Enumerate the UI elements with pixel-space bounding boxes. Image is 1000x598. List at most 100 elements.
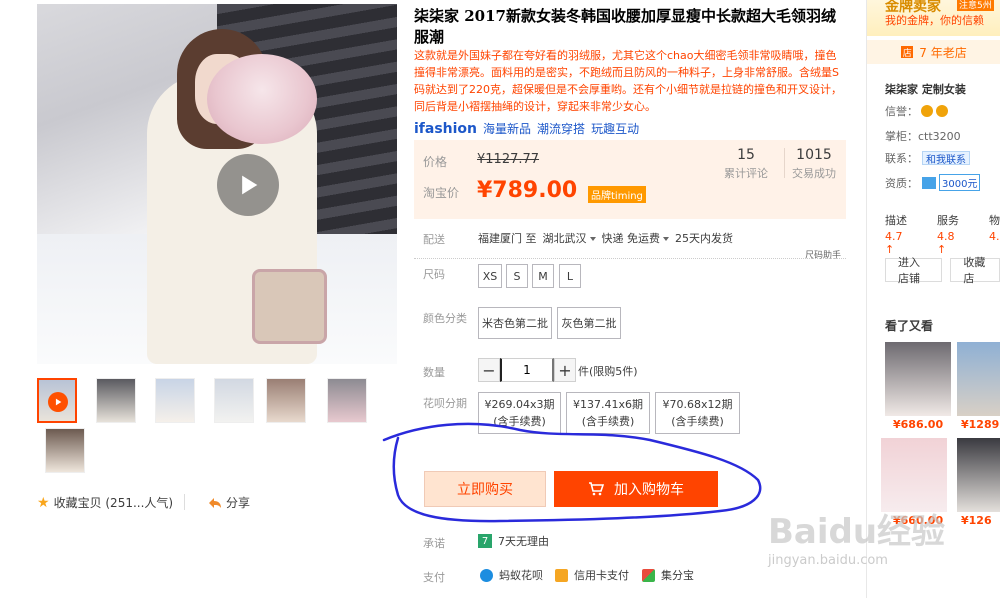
- payment-method-label: 信用卡支付: [574, 569, 629, 582]
- keeper-label: 掌柜：: [885, 130, 918, 143]
- quantity-increase-button[interactable]: +: [554, 358, 576, 382]
- quantity-label: 数量: [423, 366, 445, 379]
- payment-credit-card[interactable]: 信用卡支付: [555, 567, 629, 583]
- star-icon: ★: [37, 494, 50, 511]
- store-contact: 联系： 和我联系: [885, 150, 970, 166]
- thumbnail-4[interactable]: [214, 378, 254, 423]
- installment-option-6[interactable]: ¥137.41x6期 (含手续费): [566, 392, 650, 434]
- ifashion-tag: 海量新品: [483, 122, 532, 136]
- divider: [184, 494, 185, 510]
- thumbnail-7[interactable]: [45, 428, 85, 473]
- ifashion-tag: 潮流穿搭: [537, 122, 586, 136]
- promise-label: 承诺: [423, 537, 445, 550]
- store-banner: 金牌卖家 注意5州 我的金牌，你的信赖: [867, 0, 1000, 36]
- installment-amount: ¥269.04x3期: [484, 398, 555, 411]
- installment-note: (含手续费): [581, 415, 635, 428]
- shipping-method[interactable]: 快递 免运费: [602, 230, 669, 246]
- thumbnail-video[interactable]: [37, 378, 77, 423]
- crown-icon: [936, 105, 948, 117]
- recommended-item[interactable]: [881, 438, 947, 512]
- gold-seller-tag: 注意5州: [957, 0, 994, 11]
- add-to-cart-button[interactable]: 加入购物车: [554, 471, 718, 507]
- price-label: 价格: [423, 155, 448, 169]
- main-product-image[interactable]: [37, 4, 397, 364]
- credit-card-icon: [555, 568, 568, 582]
- score-label: 描述: [885, 214, 907, 227]
- divider: [784, 148, 785, 178]
- thumbnail-2[interactable]: [96, 378, 136, 423]
- promise-7day[interactable]: 7 7天无理由: [478, 533, 549, 549]
- shipping-destination[interactable]: 湖北武汉: [543, 230, 596, 246]
- store-credit: 信誉：: [885, 103, 948, 119]
- product-subtitle: 这款就是外国妹子都在夸好看的羽绒服，尤其它这个chao大细密毛领非常吸睛哦，撞色…: [414, 49, 842, 113]
- shipping-label: 配送: [423, 233, 445, 246]
- size-option-l[interactable]: L: [559, 264, 581, 288]
- trust-slogan: 我的金牌，你的信赖: [885, 14, 984, 27]
- color-option-grey[interactable]: 灰色第二批: [557, 307, 621, 339]
- brand-tag: 品牌timing: [588, 186, 646, 203]
- payment-jifenbao[interactable]: 集分宝: [642, 567, 694, 583]
- installment-option-12[interactable]: ¥70.68x12期 (含手续费): [655, 392, 740, 434]
- chevron-down-icon: [589, 237, 596, 241]
- shipping-row: 福建厦门 至 湖北武汉 快递 免运费 25天内发货: [478, 230, 733, 246]
- favorite-store-button[interactable]: 收藏店: [950, 256, 1000, 285]
- sale-price: ¥789.00: [477, 178, 578, 203]
- score-service: 服务 4.8 ↑: [937, 212, 965, 256]
- installment-note: (含手续费): [493, 415, 546, 428]
- payment-method-label: 蚂蚁花呗: [499, 569, 543, 582]
- destination-label: 湖北武汉: [542, 232, 587, 245]
- quantity-decrease-button[interactable]: −: [478, 358, 500, 382]
- enter-store-button[interactable]: 进入店铺: [885, 256, 943, 285]
- size-option-m[interactable]: M: [532, 264, 554, 288]
- also-viewed-title: 看了又看: [885, 319, 934, 333]
- sales-count: 1015 交易成功: [792, 147, 836, 181]
- certificate-icon[interactable]: [922, 176, 936, 189]
- store-name[interactable]: 柒柒家 定制女装: [885, 81, 966, 97]
- seven-day-icon: 7: [478, 534, 492, 548]
- score-logistics: 物 4.: [989, 212, 1000, 256]
- play-icon: [48, 392, 68, 412]
- video-play-button[interactable]: [217, 154, 279, 216]
- thumbnail-5[interactable]: [266, 378, 306, 423]
- quantity-input[interactable]: [500, 358, 554, 382]
- watermark-logo: Baidu经验: [768, 512, 946, 552]
- recommended-item[interactable]: [957, 342, 1000, 416]
- deposit-badge[interactable]: 3000元: [939, 174, 981, 191]
- shipping-from: 福建厦门 至: [478, 232, 537, 245]
- recommended-item[interactable]: [885, 342, 951, 416]
- store-age: 店 7 年老店: [867, 40, 1000, 64]
- huabei-icon: [480, 568, 493, 582]
- size-option-s[interactable]: S: [506, 264, 528, 288]
- quantity-stepper: − +: [478, 358, 576, 382]
- cart-icon: [589, 482, 604, 496]
- ifashion-bar[interactable]: ifashion 海量新品 潮流穿搭 玩趣互动: [414, 120, 645, 137]
- score-value: 4.: [989, 230, 1000, 243]
- original-price: ¥1127.77: [477, 152, 540, 167]
- review-count[interactable]: 15 累计评论: [724, 147, 768, 181]
- size-helper-link[interactable]: 尺码助手: [805, 248, 841, 261]
- installment-option-3[interactable]: ¥269.04x3期 (含手续费): [478, 392, 561, 434]
- recommended-item[interactable]: [957, 438, 1000, 512]
- payment-huabei[interactable]: 蚂蚁花呗: [480, 567, 543, 583]
- image-fur-collar: [207, 54, 317, 144]
- divider: [414, 258, 846, 259]
- store-keeper: 掌柜： ctt3200: [885, 128, 961, 144]
- qualification-label: 资质：: [885, 176, 918, 190]
- share-button[interactable]: 分享: [208, 494, 250, 511]
- taobao-price-label: 淘宝价: [423, 186, 460, 200]
- sales-count-label: 交易成功: [792, 167, 836, 180]
- color-option-beige[interactable]: 米杏色第二批: [478, 307, 552, 339]
- contact-seller-button[interactable]: 和我联系: [922, 151, 970, 166]
- thumbnail-3[interactable]: [155, 378, 195, 423]
- size-option-xs[interactable]: XS: [478, 264, 502, 288]
- payment-label: 支付: [423, 571, 445, 584]
- chevron-down-icon: [663, 237, 669, 241]
- collect-button[interactable]: ★ 收藏宝贝 (251...人气): [37, 494, 173, 511]
- score-value: 4.8 ↑: [937, 230, 955, 256]
- collect-label: 收藏宝贝 (251...人气): [53, 496, 174, 510]
- thumbnail-6[interactable]: [327, 378, 367, 423]
- buy-now-button[interactable]: 立即购买: [424, 471, 546, 507]
- installment-label: 花呗分期: [423, 397, 467, 410]
- price-box: 价格 ¥1127.77 淘宝价 ¥789.00 品牌timing 15 累计评论…: [414, 140, 846, 219]
- store-icon: 店: [901, 46, 914, 59]
